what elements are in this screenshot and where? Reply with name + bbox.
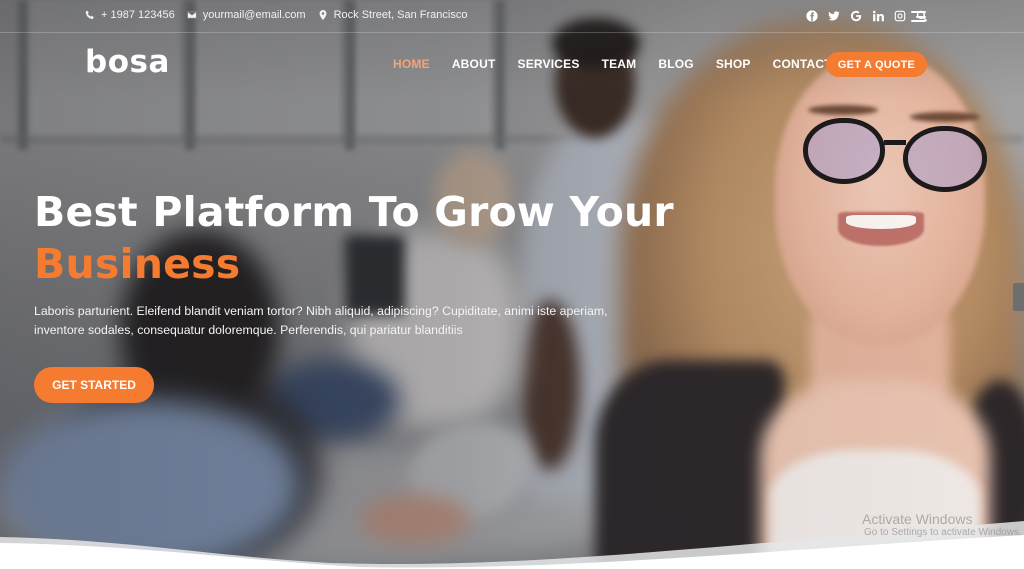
get-a-quote-button[interactable]: GET A QUOTE <box>826 52 927 77</box>
phone-contact[interactable]: + 1987 123456 <box>85 9 175 21</box>
nav-services[interactable]: SERVICES <box>517 57 579 71</box>
phone-icon <box>85 10 94 20</box>
hero-headline-main: Best Platform To Grow Your <box>34 188 674 236</box>
watermark-subtitle: Go to Settings to activate Windows. <box>864 527 1022 538</box>
nav-blog[interactable]: BLOG <box>658 57 693 71</box>
hero-description: Laboris parturient. Eleifend blandit ven… <box>34 304 608 337</box>
hero-headline: Best Platform To Grow Your Business <box>34 186 674 290</box>
windows-activation-watermark: Activate Windows Go to Settings to activ… <box>862 511 1022 538</box>
nav-contact[interactable]: CONTACT <box>773 57 832 71</box>
email-contact[interactable]: yourmail@email.com <box>186 9 306 21</box>
contact-info: + 1987 123456 yourmail@email.com Rock St… <box>85 9 469 21</box>
nav-shop[interactable]: SHOP <box>716 57 751 71</box>
site-logo[interactable]: bosa <box>85 44 170 80</box>
top-bar: + 1987 123456 yourmail@email.com Rock St… <box>0 0 1024 33</box>
google-icon[interactable] <box>850 10 862 22</box>
hero-headline-accent: Business <box>34 240 241 288</box>
menu-icon[interactable] <box>911 11 926 22</box>
get-started-button[interactable]: GET STARTED <box>34 367 154 403</box>
address-text: Rock Street, San Francisco <box>333 9 468 21</box>
email-address: yourmail@email.com <box>202 9 306 21</box>
map-pin-icon <box>319 10 327 20</box>
nav-about[interactable]: ABOUT <box>452 57 496 71</box>
side-scroll-tab[interactable] <box>1013 283 1024 311</box>
twitter-icon[interactable] <box>828 10 840 22</box>
social-links <box>806 10 928 22</box>
watermark-title: Activate Windows <box>862 511 973 527</box>
nav-home[interactable]: HOME <box>393 57 430 71</box>
phone-number: + 1987 123456 <box>101 9 175 21</box>
linkedin-icon[interactable] <box>872 10 884 22</box>
address-contact: Rock Street, San Francisco <box>318 9 468 21</box>
facebook-icon[interactable] <box>806 10 818 22</box>
instagram-icon[interactable] <box>894 10 906 22</box>
main-nav: HOME ABOUT SERVICES TEAM BLOG SHOP CONTA… <box>393 57 854 71</box>
nav-team[interactable]: TEAM <box>602 57 637 71</box>
envelope-icon <box>186 11 197 19</box>
